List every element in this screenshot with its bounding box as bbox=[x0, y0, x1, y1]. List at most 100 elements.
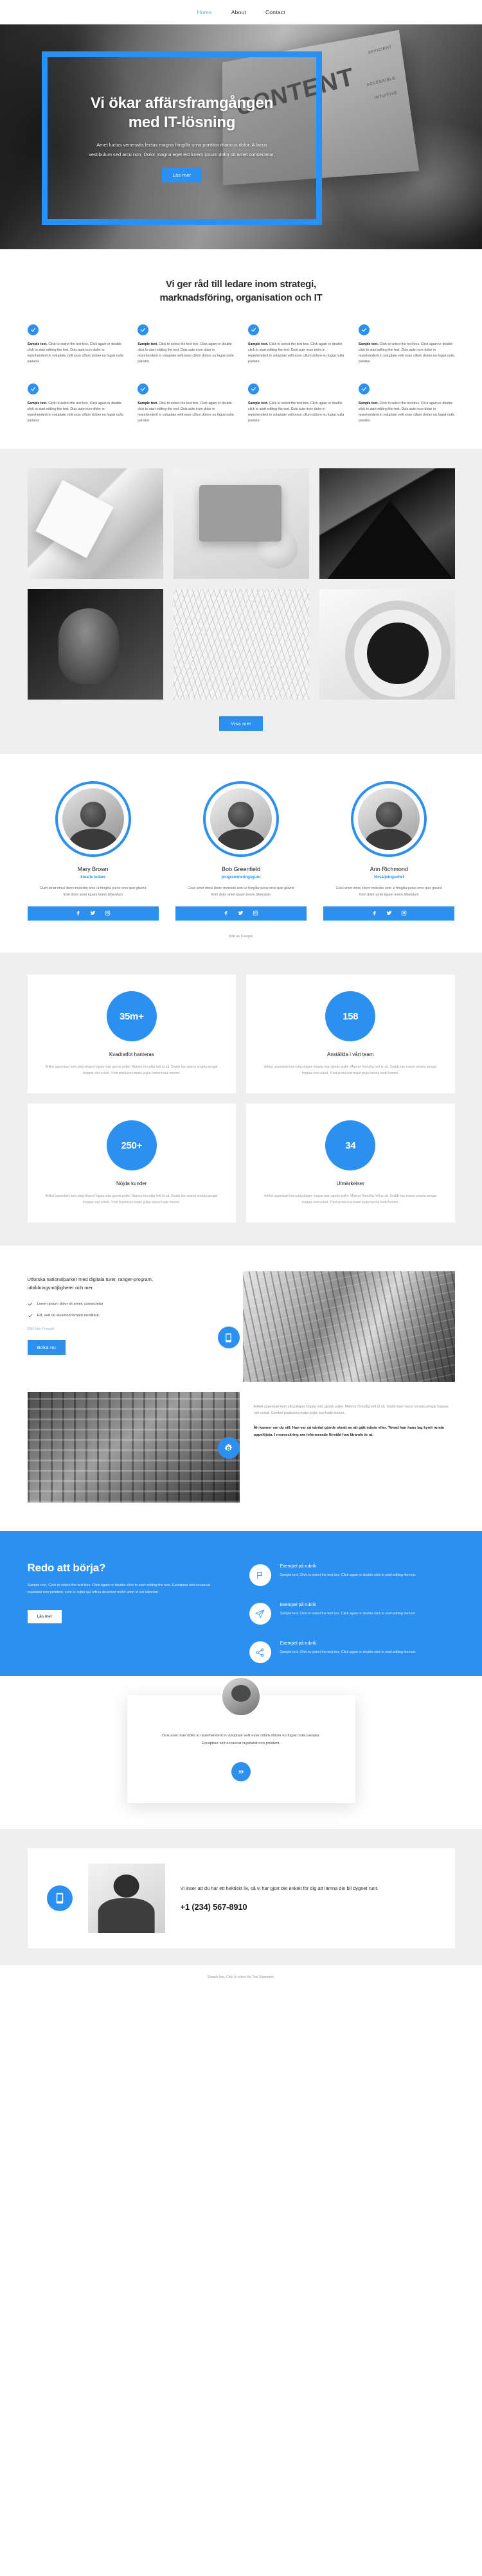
share-icon bbox=[249, 1641, 271, 1664]
testimonial-avatar bbox=[220, 1676, 262, 1718]
split-image-credit: Bild från Freepik bbox=[28, 1327, 229, 1331]
gallery-image[interactable] bbox=[319, 588, 455, 700]
contact-text-column: Vi inser att du har ett hektiskt liv, så… bbox=[181, 1884, 436, 1912]
stat-value-circle: 250+ bbox=[106, 1120, 157, 1171]
feature-label: Sample text. bbox=[358, 401, 379, 405]
quote-icon: ” bbox=[231, 1761, 251, 1781]
gallery-image[interactable] bbox=[173, 588, 309, 700]
team-member-role: försäljningschef bbox=[374, 875, 404, 879]
split-bullet-text: Lorem ipsum dolor sit amet, consectetur bbox=[37, 1301, 103, 1306]
instagram-icon[interactable] bbox=[401, 908, 407, 919]
feature-item: Sample text. Click to select the text bo… bbox=[358, 324, 455, 366]
check-icon bbox=[138, 383, 149, 394]
twitter-icon[interactable] bbox=[90, 908, 96, 919]
page-root: Home About Contact CONTENT EFFICIENT ACC… bbox=[0, 0, 482, 1991]
twitter-icon[interactable] bbox=[386, 908, 392, 919]
stat-value-circle: 35m+ bbox=[106, 991, 157, 1042]
book-now-button[interactable]: Boka nu bbox=[27, 1339, 66, 1355]
stat-text: Artikel uppenbart kom uttryckligen högst… bbox=[45, 1194, 218, 1204]
facebook-icon[interactable] bbox=[223, 908, 229, 919]
testimonial-section: Duis aute irure dolor in reprehenderit i… bbox=[0, 1676, 482, 1829]
flag-icon bbox=[249, 1564, 271, 1587]
gallery-section: Visa mer bbox=[0, 448, 482, 754]
gallery-image[interactable] bbox=[319, 468, 455, 579]
feature-label: Sample text. bbox=[248, 342, 269, 346]
team-grid: Mary Brown kreativ ledare Glavi amet rit… bbox=[27, 781, 455, 921]
nav-item-home[interactable]: Home bbox=[197, 9, 211, 15]
instagram-icon[interactable] bbox=[105, 908, 111, 919]
stat-text: Artikel uppenbart kom uttryckligen högst… bbox=[264, 1194, 437, 1204]
features-section: Vi ger råd till ledare inom strategi, ma… bbox=[0, 249, 482, 449]
check-icon bbox=[138, 324, 149, 335]
cta-feature-heading: Exempel på rubrik bbox=[280, 1641, 316, 1646]
social-links bbox=[175, 906, 307, 921]
split-bullet-text: Elit, sed do eiusmod tempor incididun bbox=[37, 1313, 99, 1318]
twitter-icon[interactable] bbox=[238, 908, 244, 919]
team-section: Mary Brown kreativ ledare Glavi amet rit… bbox=[0, 754, 482, 953]
footer-note: Sample text. Click to select the Text St… bbox=[0, 1964, 482, 1991]
check-icon bbox=[248, 324, 259, 335]
credit-prefix: Bild från bbox=[27, 1327, 42, 1331]
feature-label: Sample text. bbox=[27, 342, 48, 346]
check-icon bbox=[358, 324, 370, 335]
feature-item: Sample text. Click to select the text bo… bbox=[358, 383, 455, 425]
facebook-icon[interactable] bbox=[75, 908, 81, 919]
stat-text: Artikel uppenbart kom uttryckligen högst… bbox=[264, 1065, 437, 1075]
check-icon bbox=[358, 383, 370, 394]
gallery-show-more-button[interactable]: Visa mer bbox=[219, 716, 263, 731]
team-image-credit: Bild av Freepik bbox=[229, 935, 253, 939]
avatar-ring bbox=[202, 781, 279, 857]
cta-text: Sample text. Click to select the text bo… bbox=[27, 1584, 211, 1595]
stat-card: 250+ Nöjda kunder Artikel uppenbart kom … bbox=[27, 1104, 236, 1223]
avatar-ring bbox=[351, 781, 427, 857]
stats-grid: 35m+ Kvadratfot hanteras Artikel uppenba… bbox=[27, 975, 455, 1223]
team-member-bio: Glavi amet ritnisl libero molestie ante … bbox=[188, 886, 294, 897]
team-member-bio: Glavi amet ritnisl libero molestie ante … bbox=[335, 886, 443, 897]
stat-label: Kvadratfot hanteras bbox=[109, 1052, 154, 1058]
gallery-image[interactable] bbox=[173, 468, 309, 579]
check-icon bbox=[248, 383, 259, 394]
cta-feature-item: Exempel på rubrik Sample text. Click to … bbox=[249, 1603, 455, 1625]
team-member-role: kreativ ledare bbox=[80, 875, 106, 879]
social-links bbox=[323, 906, 455, 921]
contact-phone-number[interactable]: +1 (234) 567-8910 bbox=[181, 1902, 436, 1912]
check-icon bbox=[27, 383, 39, 394]
feature-label: Sample text. bbox=[138, 342, 158, 346]
content-split-top: Utforska nationalparker med digitala tur… bbox=[0, 1246, 482, 1382]
cta-feature-heading: Exempel på rubrik bbox=[280, 1564, 316, 1569]
team-member-name: Ann Richmond bbox=[370, 865, 408, 872]
feature-item: Sample text. Click to select the text bo… bbox=[248, 324, 344, 366]
instagram-icon[interactable] bbox=[253, 908, 258, 919]
testimonial-text: Duis aute irure dolor in reprehenderit i… bbox=[162, 1734, 320, 1745]
cta-read-more-button[interactable]: Läs mer bbox=[27, 1610, 62, 1624]
facebook-icon[interactable] bbox=[371, 908, 377, 919]
nav-item-contact[interactable]: Contact bbox=[265, 9, 285, 15]
gallery-image[interactable] bbox=[27, 468, 163, 579]
gallery-image[interactable] bbox=[27, 588, 163, 700]
feature-item: Sample text. Click to select the text bo… bbox=[248, 383, 344, 425]
split-image-facade bbox=[27, 1392, 240, 1503]
hero-keyword-efficient: EFFICIENT bbox=[368, 45, 392, 55]
split-row: Artikel uppenbart kom uttryckligen högst… bbox=[27, 1392, 455, 1503]
nav-item-about[interactable]: About bbox=[231, 9, 246, 15]
mobile-icon bbox=[217, 1327, 240, 1349]
check-icon bbox=[28, 1314, 32, 1318]
team-member-role: programmeringsguru bbox=[221, 875, 261, 879]
feature-label: Sample text. bbox=[27, 401, 48, 405]
check-icon bbox=[28, 1302, 32, 1306]
credit-link[interactable]: Freepik bbox=[42, 1327, 54, 1331]
split-paragraph-muted: Artikel uppenbart kom uttryckligen högst… bbox=[253, 1405, 449, 1416]
cta-right-column: Exempel på rubrik Sample text. Click to … bbox=[249, 1562, 455, 1664]
hero-read-more-button[interactable]: Läs mer bbox=[162, 167, 202, 182]
hero-section: CONTENT EFFICIENT ACCESSIBLE INTUITIVE V… bbox=[0, 24, 482, 249]
cta-feature-text: Sample text. Click to select the text bo… bbox=[280, 1612, 416, 1616]
feature-item: Sample text. Click to select the text bo… bbox=[27, 324, 124, 366]
split-image-building bbox=[242, 1271, 455, 1382]
cta-feature-text: Sample text. Click to select the text bo… bbox=[280, 1650, 416, 1655]
split-row: Utforska nationalparker med digitala tur… bbox=[27, 1271, 455, 1382]
feature-label: Sample text. bbox=[248, 401, 269, 405]
paper-plane-icon bbox=[249, 1603, 271, 1625]
team-member-card: Ann Richmond försäljningschef Glavi amet… bbox=[323, 781, 455, 921]
stat-label: Anställda i vårt team bbox=[327, 1052, 374, 1058]
cta-title: Redo att börja? bbox=[27, 1562, 106, 1575]
